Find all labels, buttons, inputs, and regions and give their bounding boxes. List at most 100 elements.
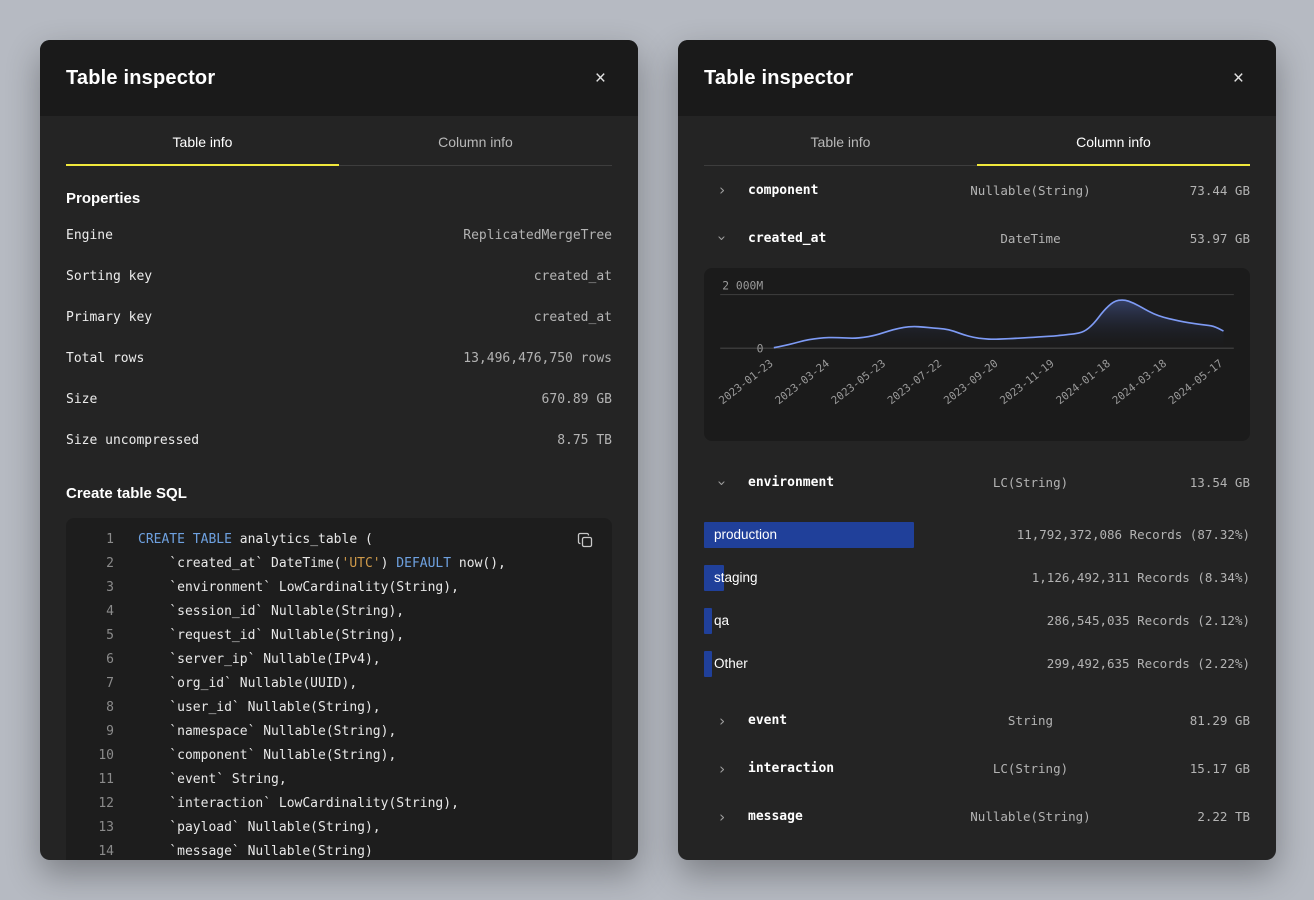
line-number: 6	[66, 648, 138, 672]
env-value-row-other: Other 299,492,635 Records (2.22%)	[704, 649, 1250, 679]
tab-bar: Table info Column info	[66, 116, 612, 166]
environment-value-bars: production 11,792,372,086 Records (87.32…	[704, 520, 1250, 679]
env-value-row-qa: qa 286,545,035 Records (2.12%)	[704, 606, 1250, 636]
code-text: `created_at` DateTime('UTC') DEFAULT now…	[138, 552, 506, 576]
x-tick-label: 2024-05-17	[1166, 357, 1225, 407]
chevron-down-icon[interactable]: ›	[713, 230, 731, 246]
column-type: String	[923, 713, 1138, 728]
sql-code-block: 1CREATE TABLE analytics_table (2 `create…	[66, 518, 612, 860]
column-size: 2.22 TB	[1138, 809, 1250, 824]
code-line: 10 `component` Nullable(String),	[66, 744, 612, 768]
code-text: `component` Nullable(String),	[138, 744, 396, 768]
dialog-title: Table inspector	[66, 67, 215, 90]
table-inspector-dialog-table-info: Table inspector × Table info Column info…	[40, 40, 638, 860]
chevron-right-icon[interactable]: ›	[714, 181, 730, 199]
column-row-component[interactable]: › component Nullable(String) 73.44 GB	[704, 166, 1250, 214]
x-tick-label: 2024-03-18	[1110, 357, 1169, 407]
tab-bar: Table info Column info	[704, 116, 1250, 166]
code-text: `user_id` Nullable(String),	[138, 696, 381, 720]
property-label: Engine	[66, 228, 113, 243]
copy-icon[interactable]	[575, 530, 596, 554]
created-at-distribution-chart: 2 000M02023-01-232023-03-242023-05-23202…	[704, 268, 1250, 441]
code-line: 14 `message` Nullable(String)	[66, 840, 612, 860]
tab-table-info[interactable]: Table info	[66, 116, 339, 165]
code-text: `environment` LowCardinality(String),	[138, 576, 459, 600]
env-value-records: 286,545,035 Records (2.12%)	[1047, 613, 1250, 628]
x-tick-label: 2023-09-20	[941, 357, 1000, 407]
dialog-title: Table inspector	[704, 67, 853, 90]
line-number: 8	[66, 696, 138, 720]
x-tick-label: 2023-01-23	[716, 357, 775, 407]
env-value-records: 1,126,492,311 Records (8.34%)	[1032, 570, 1250, 585]
column-name: interaction	[748, 761, 923, 776]
chevron-down-icon[interactable]: ›	[713, 475, 731, 491]
property-value: ReplicatedMergeTree	[463, 228, 612, 243]
code-text: `request_id` Nullable(String),	[138, 624, 404, 648]
env-value-row-staging: staging 1,126,492,311 Records (8.34%)	[704, 563, 1250, 593]
code-line: 2 `created_at` DateTime('UTC') DEFAULT n…	[66, 552, 612, 576]
line-number: 13	[66, 816, 138, 840]
column-type: DateTime	[923, 231, 1138, 246]
code-line: 3 `environment` LowCardinality(String),	[66, 576, 612, 600]
x-tick-label: 2023-11-19	[997, 357, 1056, 407]
property-value: 670.89 GB	[542, 392, 612, 407]
code-line: 11 `event` String,	[66, 768, 612, 792]
column-name: environment	[748, 475, 923, 490]
env-value-label: Other	[704, 656, 748, 671]
column-row-event[interactable]: › event String 81.29 GB	[704, 697, 1250, 745]
column-name: event	[748, 713, 923, 728]
line-number: 4	[66, 600, 138, 624]
property-label: Size uncompressed	[66, 433, 199, 448]
line-number: 10	[66, 744, 138, 768]
x-tick-label: 2024-01-18	[1054, 357, 1113, 407]
property-value: created_at	[534, 310, 612, 325]
chevron-right-icon[interactable]: ›	[714, 808, 730, 826]
column-row-created-at[interactable]: › created_at DateTime 53.97 GB	[704, 214, 1250, 262]
area-fill	[774, 300, 1224, 348]
code-text: CREATE TABLE analytics_table (	[138, 528, 373, 552]
env-value-records: 299,492,635 Records (2.22%)	[1047, 656, 1250, 671]
dialog-body: Table info Column info Properties Engine…	[40, 116, 638, 860]
property-label: Sorting key	[66, 269, 152, 284]
code-line: 13 `payload` Nullable(String),	[66, 816, 612, 840]
code-line: 8 `user_id` Nullable(String),	[66, 696, 612, 720]
dialog-body: Table info Column info › component Nulla…	[678, 116, 1276, 860]
column-size: 15.17 GB	[1138, 761, 1250, 776]
code-text: `session_id` Nullable(String),	[138, 600, 404, 624]
column-row-interaction[interactable]: › interaction LC(String) 15.17 GB	[704, 745, 1250, 793]
code-text: `event` String,	[138, 768, 287, 792]
y-tick-label: 0	[757, 341, 764, 355]
property-row-engine: Engine ReplicatedMergeTree	[66, 215, 612, 256]
code-text: `message` Nullable(String)	[138, 840, 373, 860]
tab-column-info[interactable]: Column info	[977, 116, 1250, 165]
x-tick-label: 2023-03-24	[773, 357, 832, 407]
chevron-right-icon[interactable]: ›	[714, 760, 730, 778]
code-line: 1CREATE TABLE analytics_table (	[66, 528, 612, 552]
column-row-message[interactable]: › message Nullable(String) 2.22 TB	[704, 793, 1250, 841]
close-icon[interactable]: ×	[1227, 65, 1250, 92]
column-type: LC(String)	[923, 475, 1138, 490]
env-value-row-production: production 11,792,372,086 Records (87.32…	[704, 520, 1250, 550]
tab-column-info[interactable]: Column info	[339, 116, 612, 165]
tab-table-info[interactable]: Table info	[704, 116, 977, 165]
property-row-sorting-key: Sorting key created_at	[66, 256, 612, 297]
code-text: `payload` Nullable(String),	[138, 816, 381, 840]
properties-list: Engine ReplicatedMergeTree Sorting key c…	[66, 215, 612, 461]
column-size: 13.54 GB	[1138, 475, 1250, 490]
column-name: created_at	[748, 231, 923, 246]
chevron-right-icon[interactable]: ›	[714, 712, 730, 730]
line-number: 9	[66, 720, 138, 744]
code-line: 5 `request_id` Nullable(String),	[66, 624, 612, 648]
property-row-size-uncompressed: Size uncompressed 8.75 TB	[66, 420, 612, 461]
code-text: `interaction` LowCardinality(String),	[138, 792, 459, 816]
dialog-header: Table inspector ×	[40, 40, 638, 116]
close-icon[interactable]: ×	[589, 65, 612, 92]
screen-background: Table inspector × Table info Column info…	[0, 0, 1314, 900]
column-row-environment[interactable]: › environment LC(String) 13.54 GB	[704, 459, 1250, 507]
sql-code-lines: 1CREATE TABLE analytics_table (2 `create…	[66, 528, 612, 860]
line-number: 12	[66, 792, 138, 816]
column-size: 53.97 GB	[1138, 231, 1250, 246]
property-value: 13,496,476,750 rows	[463, 351, 612, 366]
line-number: 3	[66, 576, 138, 600]
env-value-label: qa	[704, 613, 729, 628]
